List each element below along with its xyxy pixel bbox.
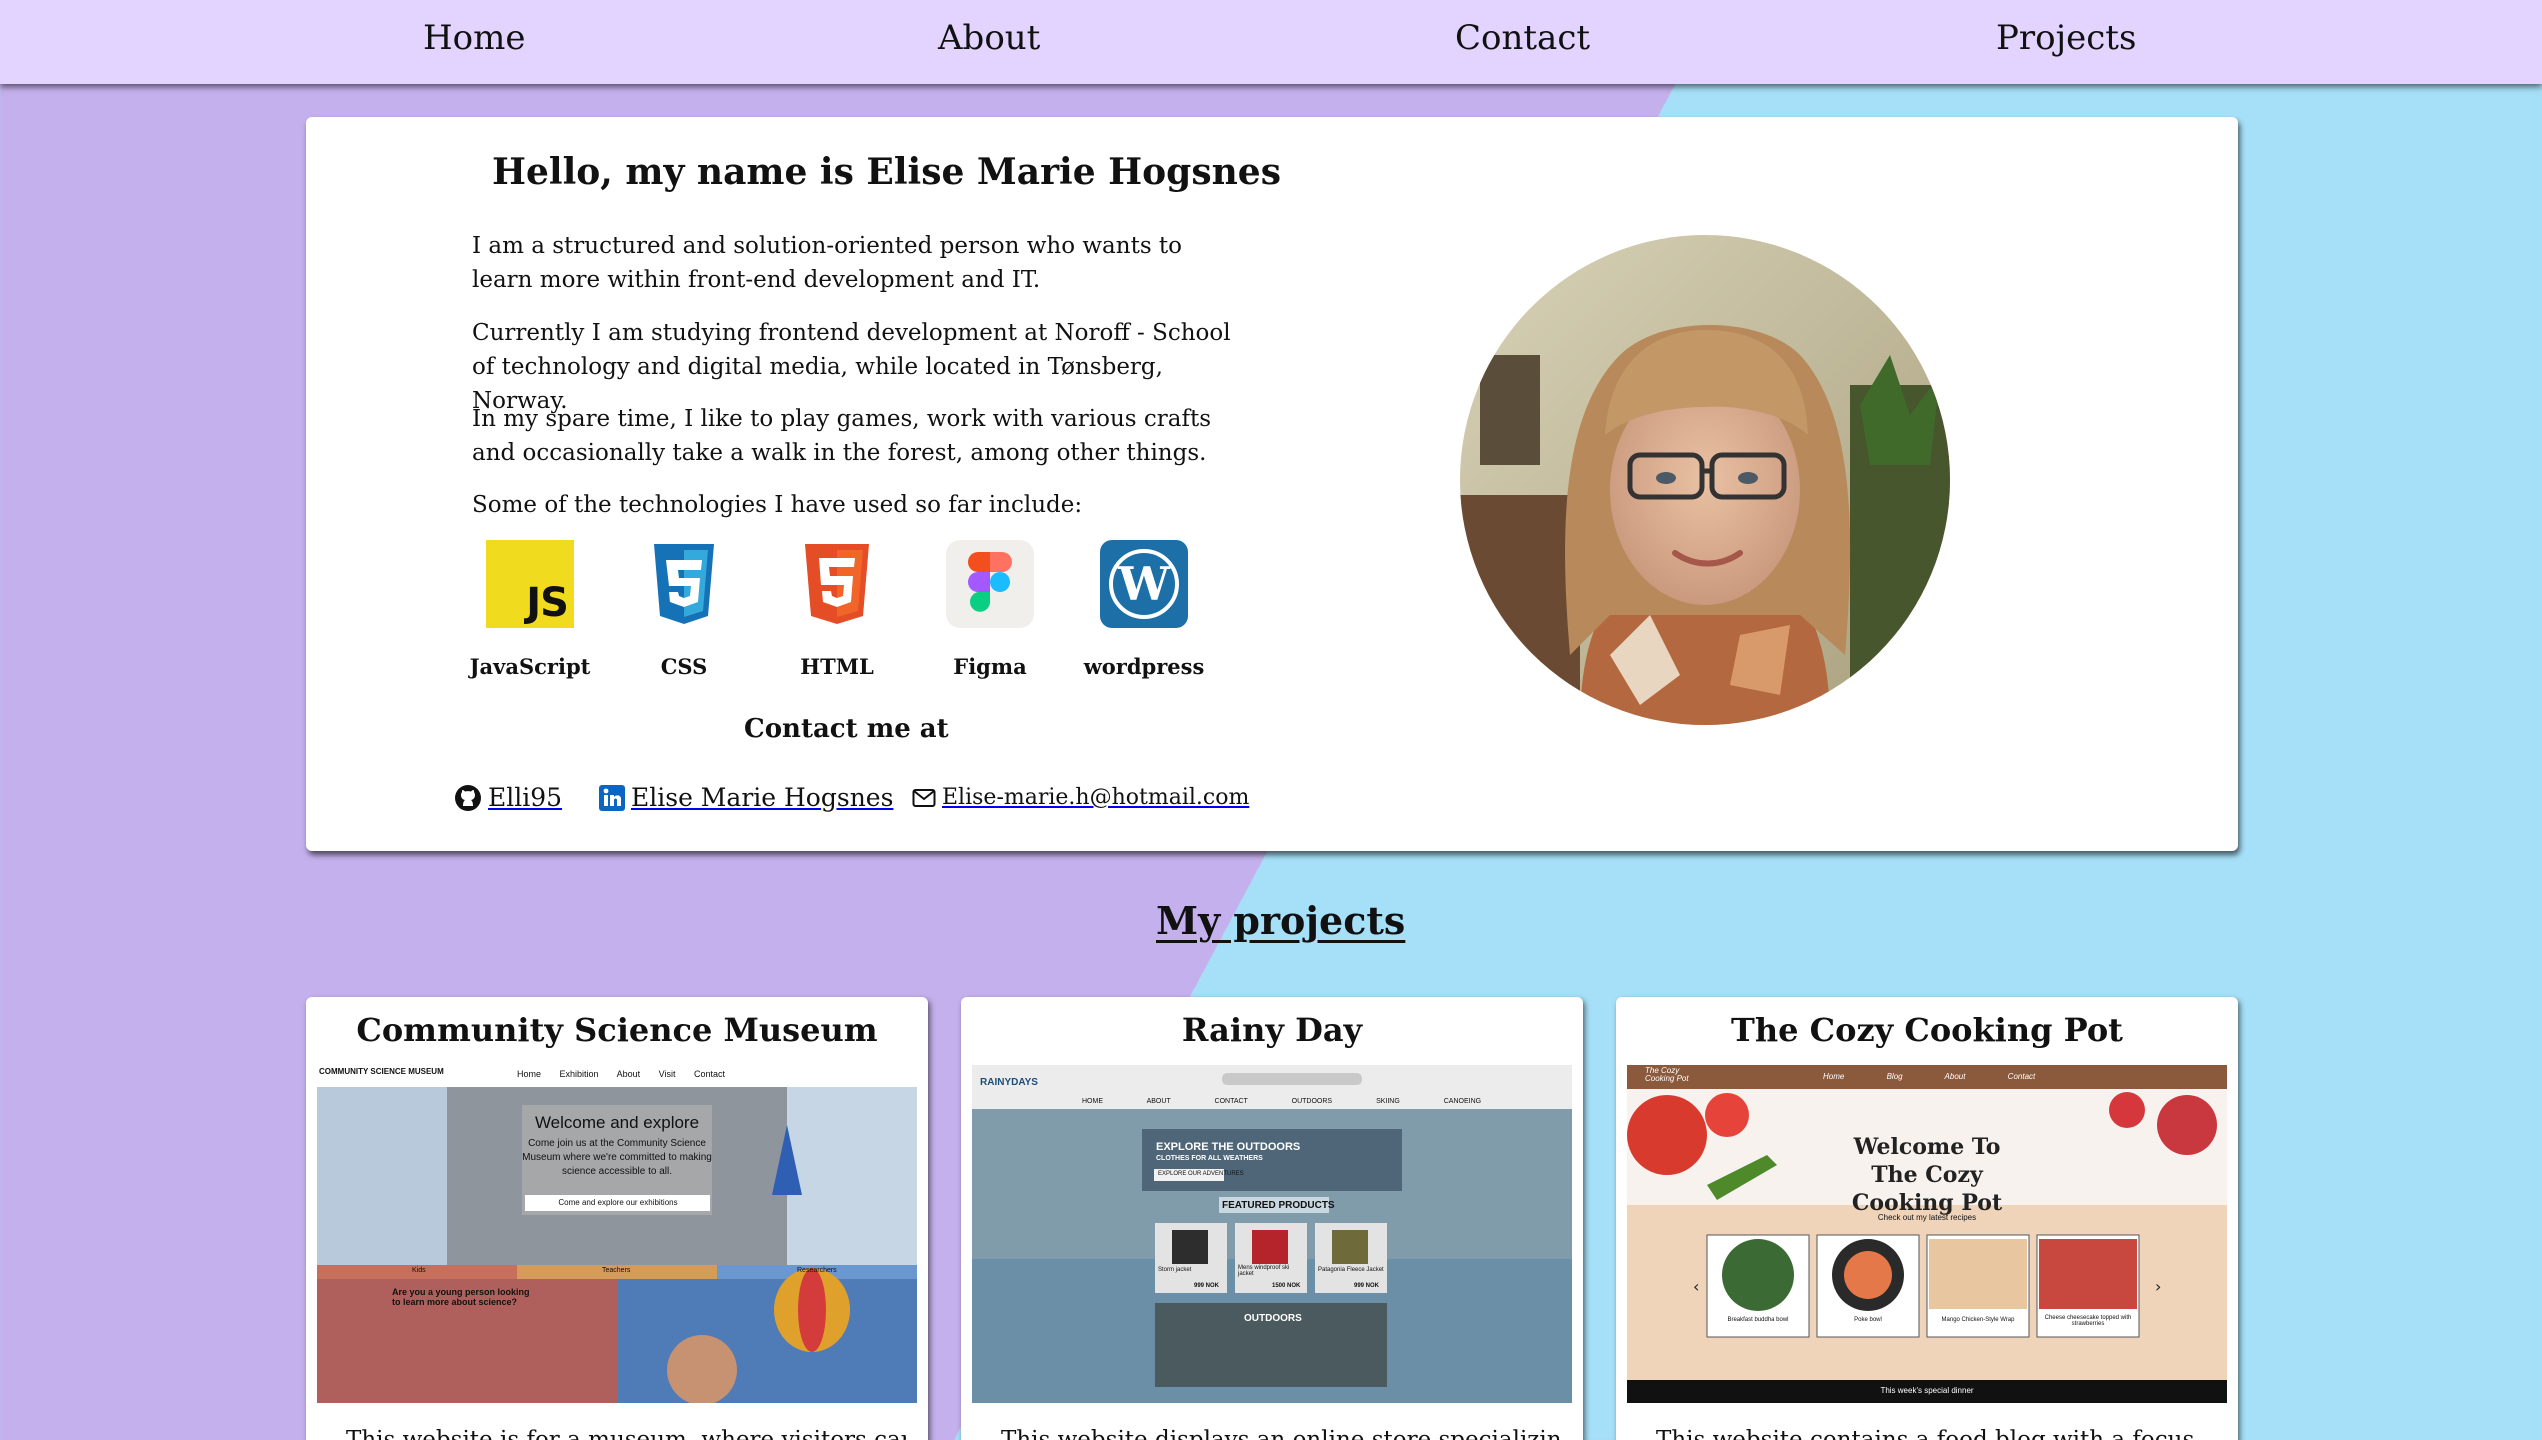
email-link[interactable]: Elise-marie.h@hotmail.com bbox=[912, 785, 1249, 810]
screenshot-hero-title: Welcome and explore bbox=[534, 1113, 700, 1132]
screenshot-recipe: Breakfast buddha bowl bbox=[1727, 1317, 1789, 1323]
screenshot-logo: RAINYDAYS bbox=[980, 1077, 1038, 1088]
screenshot-nav: Home Exhibition About Visit Contact bbox=[517, 1069, 726, 1079]
screenshot-logo: COMMUNITY SCIENCE MUSEUM bbox=[319, 1067, 444, 1076]
screenshot-recipe: Mango Chicken-Style Wrap bbox=[1941, 1317, 2015, 1323]
mail-icon bbox=[912, 788, 936, 807]
screenshot-hero-title: Welcome To The Cozy Cooking Pot bbox=[1851, 1134, 2003, 1216]
screenshot-product-name: Mens windproof ski jacket bbox=[1238, 1265, 1290, 1277]
screenshot-product-name: Storm jacket bbox=[1158, 1267, 1192, 1273]
svg-text:‹: ‹ bbox=[1693, 1277, 1699, 1296]
figma-icon bbox=[946, 540, 1034, 628]
project-screenshot[interactable]: COMMUNITY SCIENCE MUSEUM Home Exhibition… bbox=[317, 1065, 917, 1403]
project-screenshot[interactable]: ‹ › The Cozy Cooking Pot Home Blog About… bbox=[1627, 1065, 2227, 1403]
html5-icon bbox=[793, 540, 881, 628]
project-description: This website contains a food blog with a… bbox=[1656, 1427, 2195, 1440]
about-paragraph-4: Some of the technologies I have used so … bbox=[472, 492, 1083, 518]
project-card-cozy-cooking-pot[interactable]: The Cozy Cooking Pot ‹ › The Cozy Cookin… bbox=[1616, 997, 2238, 1440]
screenshot-tab: Kids bbox=[412, 1267, 426, 1274]
screenshot-section: OUTDOORS bbox=[1244, 1313, 1302, 1324]
nav-contact-link[interactable]: Contact bbox=[1455, 18, 1590, 58]
screenshot-nav: HOME ABOUT CONTACT OUTDOORS SKIING CANOE… bbox=[1082, 1098, 1482, 1105]
project-description: This website displays an online store sp… bbox=[1001, 1427, 1561, 1440]
screenshot-product-price: 1500 NOK bbox=[1272, 1283, 1301, 1289]
tech-label: Figma bbox=[953, 654, 1027, 679]
tech-javascript: JS JavaScript bbox=[455, 540, 605, 679]
tech-wordpress: W wordpress bbox=[1069, 540, 1219, 679]
project-description: This website is for a museum, where visi… bbox=[346, 1427, 906, 1440]
email-address: Elise-marie.h@hotmail.com bbox=[942, 785, 1250, 810]
contact-heading: Contact me at bbox=[744, 714, 949, 744]
screenshot-nav: Home Blog About Contact bbox=[1823, 1072, 2036, 1081]
screenshot-kids-heading: Are you a young person looking to learn … bbox=[392, 1287, 530, 1307]
screenshot-product-price: 999 NOK bbox=[1194, 1283, 1220, 1289]
linkedin-icon bbox=[599, 784, 625, 811]
screenshot-product-name: Patagonia Fleece Jacket bbox=[1318, 1267, 1384, 1273]
svg-text:W: W bbox=[1117, 557, 1171, 611]
javascript-icon: JS bbox=[486, 540, 574, 628]
screenshot-recipe: Poke bowl bbox=[1854, 1317, 1882, 1323]
linkedin-name: Elise Marie Hogsnes bbox=[631, 783, 894, 812]
tech-label: JavaScript bbox=[469, 654, 591, 679]
screenshot-hero-button: EXPLORE OUR ADVENTURES bbox=[1158, 1171, 1244, 1177]
screenshot-hero-text: Come join us at the Community Science Mu… bbox=[522, 1138, 712, 1177]
project-card-community-science-museum[interactable]: Community Science Museum COMMUNITY SCIEN… bbox=[306, 997, 928, 1440]
nav-projects-link[interactable]: Projects bbox=[1996, 18, 2136, 58]
about-paragraph-1: I am a structured and solution-oriented … bbox=[472, 233, 1183, 293]
github-link[interactable]: Elli95 bbox=[454, 783, 562, 812]
projects-heading: My projects bbox=[1156, 898, 1406, 943]
tech-css: CSS bbox=[609, 540, 759, 679]
screenshot-tab: Teachers bbox=[602, 1267, 631, 1274]
linkedin-link[interactable]: Elise Marie Hogsnes bbox=[599, 783, 893, 812]
github-username: Elli95 bbox=[488, 783, 563, 812]
project-title: Rainy Day bbox=[1181, 1011, 1363, 1049]
css3-icon bbox=[640, 540, 728, 628]
screenshot-hero-sub: CLOTHES FOR ALL WEATHERS bbox=[1156, 1155, 1263, 1162]
screenshot-recipe: Cheese cheesecake topped with strawberri… bbox=[2044, 1315, 2132, 1327]
project-title: Community Science Museum bbox=[356, 1011, 878, 1049]
screenshot-special: This week's special dinner bbox=[1880, 1386, 1974, 1395]
tech-html: HTML bbox=[762, 540, 912, 679]
tech-figma: Figma bbox=[915, 540, 1065, 679]
project-card-rainy-day[interactable]: Rainy Day RAINYDAYS HOME ABOUT CONTACT O… bbox=[961, 997, 1583, 1440]
tech-label: wordpress bbox=[1083, 654, 1205, 679]
wordpress-icon: W bbox=[1100, 540, 1188, 628]
screenshot-logo: The Cozy Cooking Pot bbox=[1645, 1066, 1689, 1083]
nav-about-link[interactable]: About bbox=[938, 18, 1040, 58]
profile-photo bbox=[1460, 235, 1950, 725]
project-screenshot[interactable]: RAINYDAYS HOME ABOUT CONTACT OUTDOORS SK… bbox=[972, 1065, 1572, 1403]
github-icon bbox=[455, 784, 481, 811]
top-navigation: Home About Contact Projects bbox=[0, 0, 2542, 84]
about-heading: Hello, my name is Elise Marie Hogsnes bbox=[492, 151, 1281, 193]
about-paragraph-3: In my spare time, I like to play games, … bbox=[472, 406, 1212, 466]
project-title: The Cozy Cooking Pot bbox=[1731, 1011, 2123, 1049]
screenshot-latest: Check out my latest recipes bbox=[1877, 1213, 1977, 1222]
svg-text:›: › bbox=[2155, 1277, 2161, 1296]
screenshot-hero-button: Come and explore our exhibitions bbox=[558, 1198, 678, 1207]
screenshot-tab: Researchers bbox=[797, 1267, 837, 1274]
about-card: Hello, my name is Elise Marie Hogsnes I … bbox=[306, 117, 2238, 851]
tech-label: CSS bbox=[660, 654, 708, 679]
tech-label: HTML bbox=[800, 654, 874, 679]
screenshot-product-price: 999 NOK bbox=[1354, 1283, 1380, 1289]
nav-home-link[interactable]: Home bbox=[423, 18, 525, 58]
screenshot-hero-title: EXPLORE THE OUTDOORS bbox=[1156, 1141, 1301, 1153]
screenshot-featured: FEATURED PRODUCTS bbox=[1222, 1200, 1335, 1211]
